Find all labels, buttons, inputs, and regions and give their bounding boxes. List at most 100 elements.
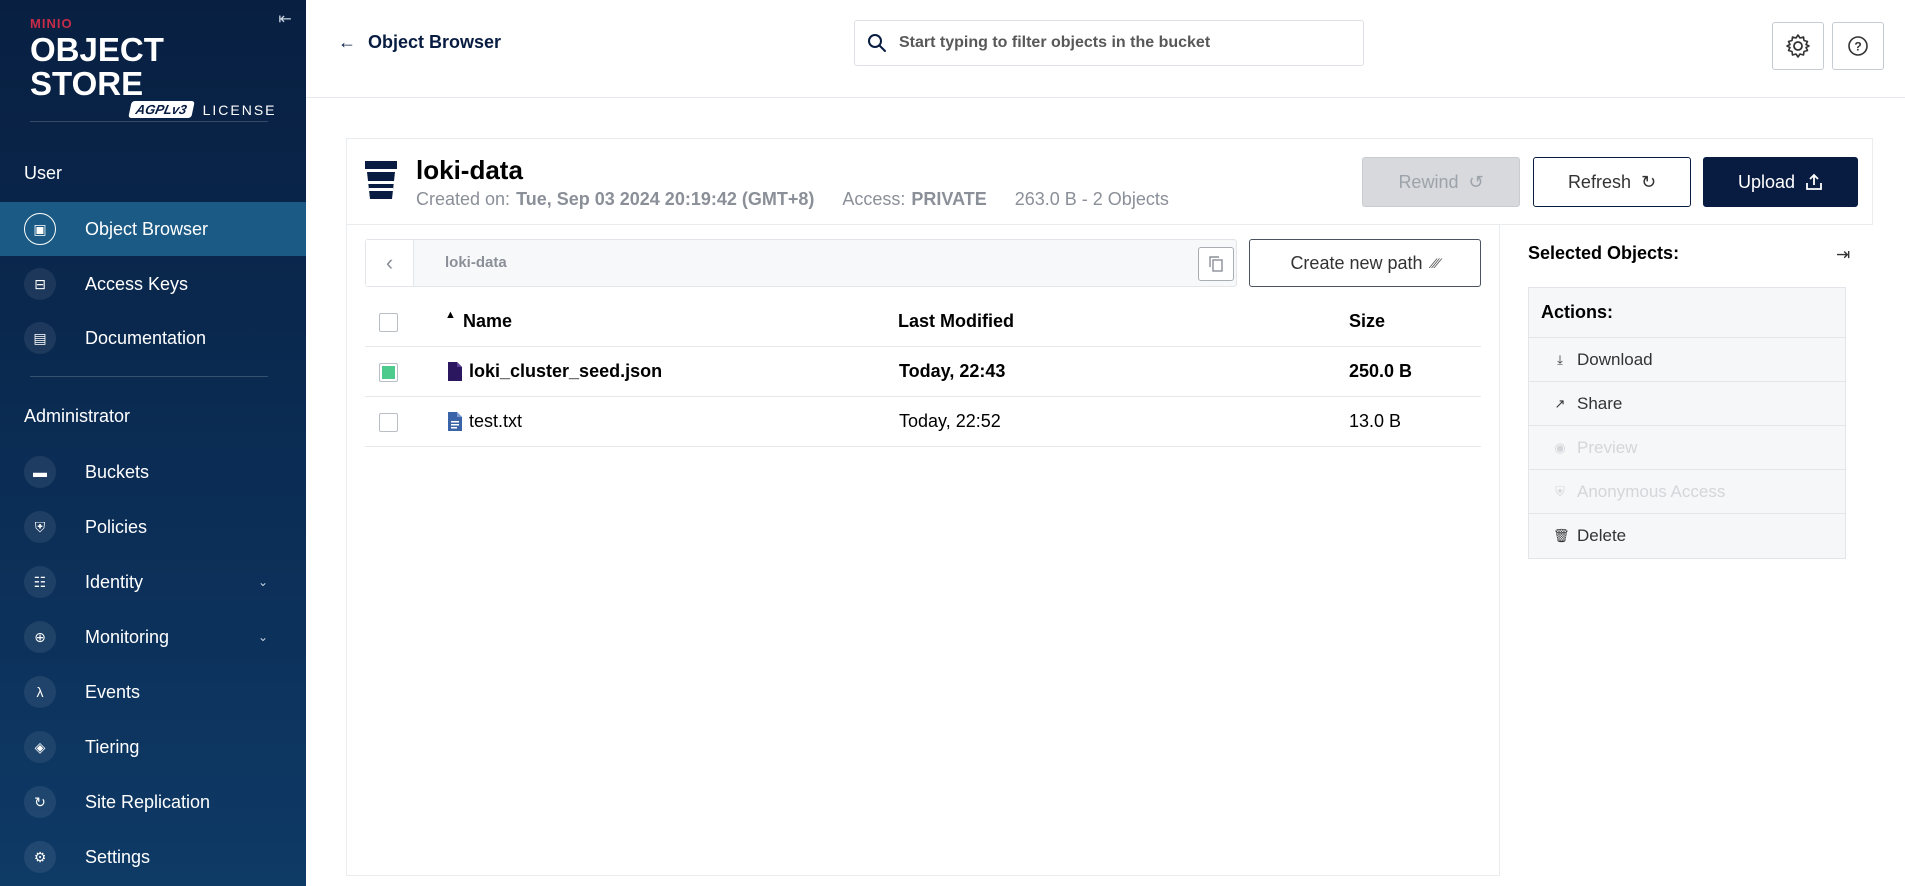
arrow-left-icon: ←	[338, 32, 356, 52]
path-bar: ‹ loki-data	[365, 239, 1237, 287]
access-value: PRIVATE	[911, 189, 987, 209]
search-icon	[868, 34, 886, 52]
sidebar-item-settings[interactable]: ⚙ Settings	[0, 830, 306, 884]
row-checkbox[interactable]	[379, 363, 398, 382]
trash-icon: 🗑	[1553, 528, 1570, 543]
path-back-button[interactable]: ‹	[366, 240, 414, 286]
table-row[interactable]: test.txt Today, 22:52 13.0 B	[365, 397, 1481, 447]
panel-title: Selected Objects:	[1528, 243, 1680, 263]
lambda-icon: λ	[24, 676, 56, 708]
site-replication-icon: ↻	[24, 786, 56, 818]
select-all-checkbox[interactable]	[379, 313, 398, 332]
bucket-header: loki-data Created on: Tue, Sep 03 2024 2…	[347, 139, 1872, 225]
sidebar-item-events[interactable]: λ Events	[0, 665, 306, 719]
sidebar: MINIO OBJECT STORE AGPLv3 LICENSE ⇤ User…	[0, 0, 306, 886]
sidebar-item-policies[interactable]: ⛨ Policies	[0, 500, 306, 554]
json-file-icon	[448, 362, 462, 381]
row-checkbox[interactable]	[379, 413, 398, 432]
sidebar-item-site-replication[interactable]: ↻ Site Replication	[0, 775, 306, 829]
svg-text:?: ?	[1854, 40, 1861, 54]
collapse-sidebar-icon[interactable]: ⇤	[276, 10, 294, 28]
sidebar-item-identity[interactable]: ☷ Identity ⌄	[0, 555, 306, 609]
sidebar-item-label: Access Keys	[85, 273, 189, 294]
sidebar-item-documentation[interactable]: ▤ Documentation	[0, 311, 306, 365]
tiering-icon: ◈	[24, 731, 56, 763]
policies-icon: ⛨	[24, 511, 56, 543]
sidebar-item-label: Object Browser	[85, 218, 209, 239]
rewind-button[interactable]: Rewind ↺	[1362, 157, 1520, 207]
sidebar-item-buckets[interactable]: ▬ Buckets	[0, 445, 306, 499]
text-file-icon	[448, 412, 462, 431]
upload-icon	[1806, 173, 1822, 190]
topbar: ← Object Browser ?	[306, 0, 1905, 98]
table-row[interactable]: loki_cluster_seed.json Today, 22:43 250.…	[365, 347, 1481, 397]
eye-icon: ◉	[1554, 439, 1566, 455]
bucket-meta: Created on: Tue, Sep 03 2024 20:19:42 (G…	[416, 189, 1169, 210]
column-header-size[interactable]: Size	[1349, 311, 1385, 332]
object-modified: Today, 22:52	[899, 411, 1001, 431]
page-title: Object Browser	[368, 32, 502, 52]
object-name: test.txt	[469, 411, 523, 431]
back-to-object-browser[interactable]: ← Object Browser	[338, 32, 501, 53]
copy-path-button[interactable]	[1198, 247, 1234, 281]
object-browser-icon: ▣	[24, 213, 56, 245]
sidebar-item-label: Documentation	[85, 327, 207, 348]
settings-button[interactable]	[1772, 22, 1824, 70]
column-header-name[interactable]: Name	[463, 311, 512, 332]
preview-action[interactable]: ◉ Preview	[1529, 426, 1845, 470]
help-icon: ?	[1848, 36, 1868, 56]
chevron-left-icon: ‹	[385, 250, 394, 275]
search-box[interactable]	[854, 20, 1364, 66]
delete-action[interactable]: 🗑 Delete	[1529, 514, 1845, 558]
anonymous-access-action[interactable]: ⛨ Anonymous Access	[1529, 470, 1845, 514]
help-button[interactable]: ?	[1832, 22, 1884, 70]
create-new-path-button[interactable]: Create new path ⁄⁄⁄	[1249, 239, 1481, 287]
search-input[interactable]	[899, 34, 1339, 52]
share-icon: ↗	[1554, 395, 1566, 411]
action-label: Download	[1577, 349, 1653, 369]
buckets-icon: ▬	[24, 456, 56, 488]
sidebar-item-label: Tiering	[85, 736, 140, 757]
sidebar-divider	[30, 121, 268, 122]
rewind-label: Rewind	[1398, 171, 1459, 192]
upload-button[interactable]: Upload	[1703, 157, 1858, 207]
breadcrumb[interactable]: loki-data	[445, 254, 507, 271]
selected-objects-panel: Selected Objects: ⇥ Actions: ⤓ Download …	[1499, 225, 1873, 876]
close-panel-icon[interactable]: ⇥	[1836, 245, 1850, 265]
refresh-icon: ↻	[1640, 171, 1657, 192]
agpl-badge: AGPLv3	[128, 101, 195, 118]
sidebar-item-label: Policies	[85, 516, 148, 537]
chevron-down-icon[interactable]: ⌄	[258, 575, 268, 589]
sidebar-item-object-browser[interactable]: ▣ Object Browser	[0, 202, 306, 256]
history-icon: ↺	[1468, 171, 1484, 192]
monitoring-icon: ⊕	[24, 621, 56, 653]
download-icon: ⤓	[1557, 351, 1563, 367]
action-label: Share	[1577, 393, 1623, 413]
actions-list: Actions: ⤓ Download ↗ Share ◉ Preview ⛨ …	[1528, 287, 1846, 559]
object-size: 13.0 B	[1349, 411, 1402, 431]
object-modified: Today, 22:43	[899, 361, 1006, 381]
sidebar-item-monitoring[interactable]: ⊕ Monitoring ⌄	[0, 610, 306, 664]
download-action[interactable]: ⤓ Download	[1529, 338, 1845, 382]
object-name: loki_cluster_seed.json	[469, 361, 663, 381]
logo-license: LICENSE	[202, 101, 277, 118]
share-action[interactable]: ↗ Share	[1529, 382, 1845, 426]
refresh-button[interactable]: Refresh ↻	[1533, 157, 1691, 207]
gear-icon	[1786, 34, 1810, 58]
access-keys-icon: ⊟	[24, 268, 56, 300]
logo-brand: MINIO	[30, 16, 73, 31]
sidebar-item-access-keys[interactable]: ⊟ Access Keys	[0, 257, 306, 311]
chevron-down-icon[interactable]: ⌄	[258, 630, 268, 644]
shield-icon: ⛨	[1555, 483, 1565, 499]
sidebar-item-label: Events	[85, 681, 141, 702]
created-label: Created on:	[416, 189, 511, 209]
copy-icon	[1209, 256, 1223, 272]
created-value: Tue, Sep 03 2024 20:19:42 (GMT+8)	[516, 189, 815, 209]
action-label: Delete	[1577, 526, 1627, 545]
column-header-modified[interactable]: Last Modified	[898, 311, 1014, 332]
sidebar-item-tiering[interactable]: ◈ Tiering	[0, 720, 306, 774]
sidebar-divider	[30, 376, 268, 377]
settings-icon: ⚙	[24, 841, 56, 873]
sort-ascending-icon[interactable]: ▲	[445, 309, 456, 321]
table-header: ▲ Name Last Modified Size	[365, 297, 1481, 347]
